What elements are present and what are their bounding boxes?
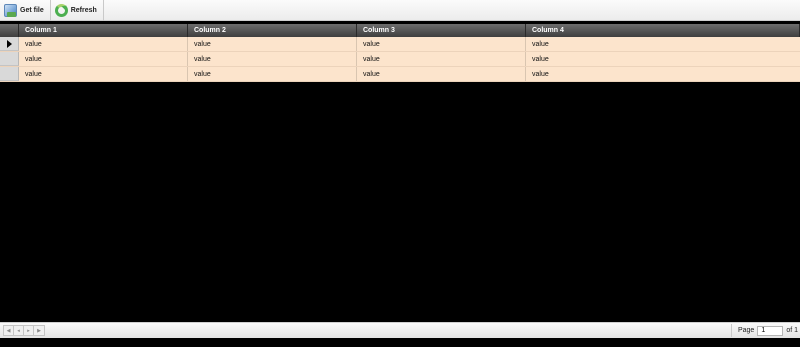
table-row[interactable]: value value value value [0, 52, 800, 67]
first-page-icon[interactable]: ◀ [4, 326, 14, 335]
refresh-icon [54, 4, 68, 17]
data-grid: Column 1 Column 2 Column 3 Column 4 valu… [0, 24, 800, 82]
table-cell[interactable]: value [19, 37, 188, 51]
table-cell[interactable]: value [357, 52, 526, 66]
row-selector[interactable] [0, 67, 19, 81]
page-count-label: of 1 [786, 327, 798, 334]
table-cell[interactable]: value [526, 52, 800, 66]
column-header-2[interactable]: Column 2 [188, 24, 357, 37]
refresh-button[interactable]: Refresh [51, 0, 104, 21]
prev-page-icon[interactable]: ◂ [14, 326, 24, 335]
table-cell[interactable]: value [357, 67, 526, 81]
table-cell[interactable]: value [188, 52, 357, 66]
page-number-input[interactable] [757, 325, 784, 336]
table-cell[interactable]: value [19, 52, 188, 66]
table-row[interactable]: value value value value [0, 37, 800, 52]
next-page-icon[interactable]: ▸ [24, 326, 34, 335]
table-cell[interactable]: value [526, 37, 800, 51]
get-file-button[interactable]: Get file [0, 0, 51, 21]
get-file-icon [4, 4, 17, 17]
toolbar: Get file Refresh [0, 0, 800, 21]
row-selector[interactable] [0, 52, 19, 66]
table-cell[interactable]: value [19, 67, 188, 81]
pager: ◀ ◂ ▸ ▶ Page of 1 [0, 322, 800, 338]
table-cell[interactable]: value [188, 37, 357, 51]
table-row[interactable]: value value value value [0, 67, 800, 82]
column-header-3[interactable]: Column 3 [357, 24, 526, 37]
table-cell[interactable]: value [188, 67, 357, 81]
grid-header: Column 1 Column 2 Column 3 Column 4 [0, 24, 800, 37]
get-file-label: Get file [20, 7, 44, 14]
page-label: Page [737, 327, 755, 334]
table-cell[interactable]: value [357, 37, 526, 51]
column-header-4[interactable]: Column 4 [526, 24, 800, 37]
last-page-icon[interactable]: ▶ [34, 326, 44, 335]
header-corner [0, 24, 19, 37]
refresh-label: Refresh [70, 7, 97, 14]
pager-nav-group: ◀ ◂ ▸ ▶ [3, 325, 45, 336]
column-header-1[interactable]: Column 1 [19, 24, 188, 37]
row-selector-current-icon[interactable] [0, 37, 19, 51]
table-cell[interactable]: value [526, 67, 800, 81]
page-indicator: Page of 1 [730, 324, 800, 337]
